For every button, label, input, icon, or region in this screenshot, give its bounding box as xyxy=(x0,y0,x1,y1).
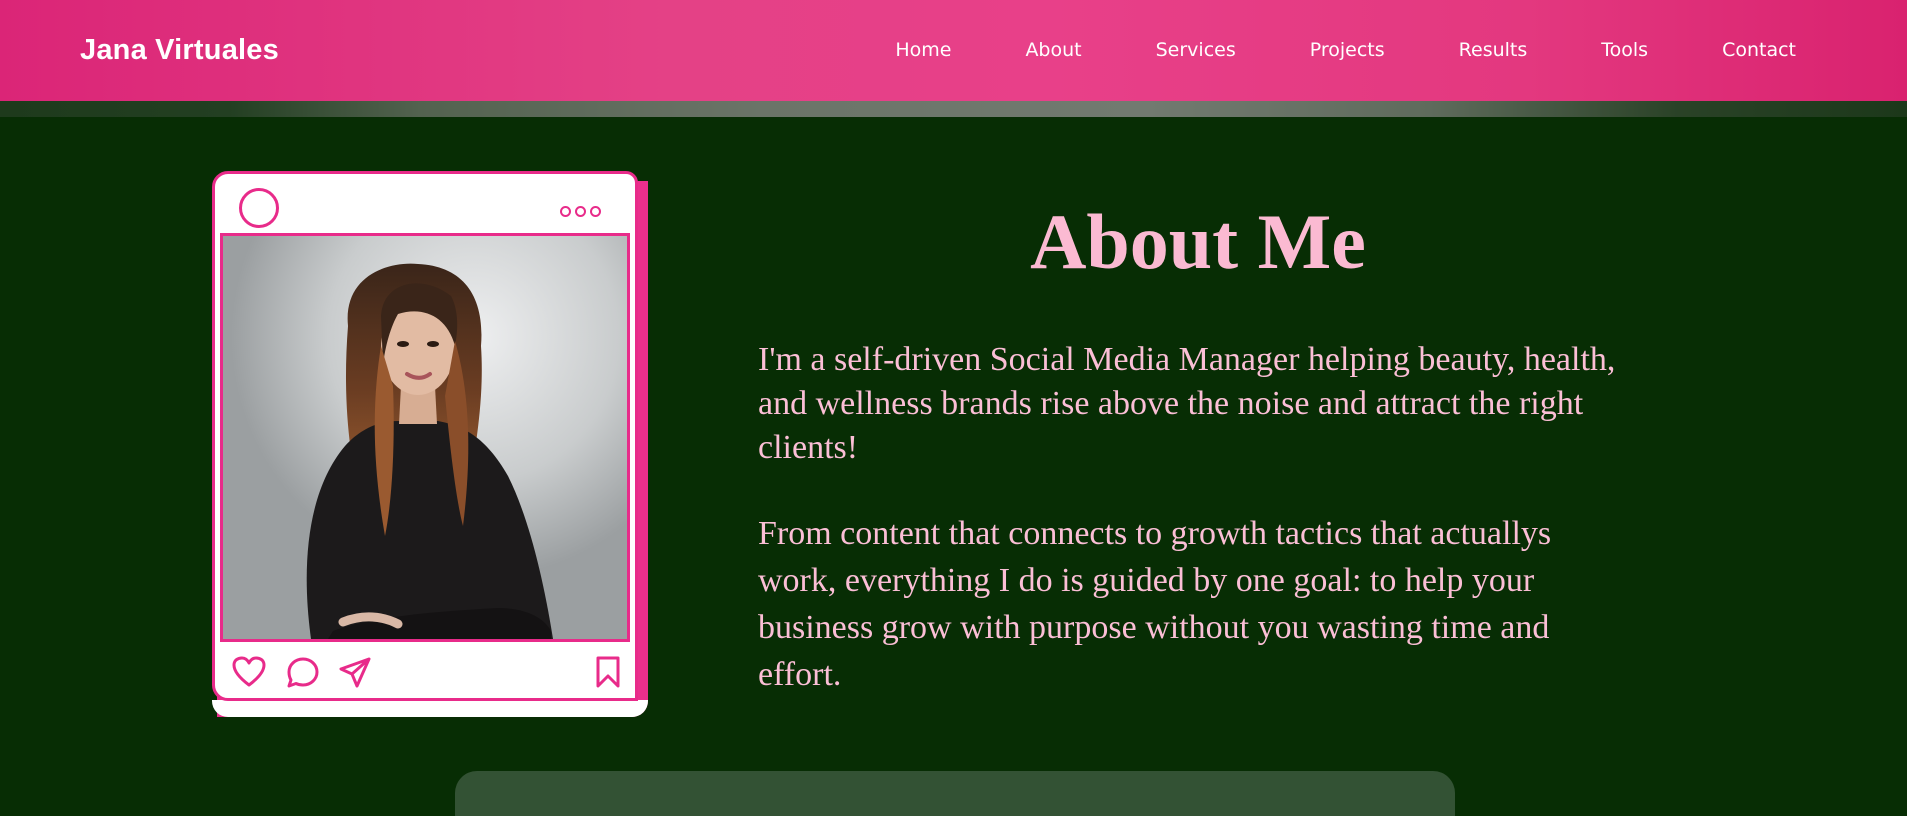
nav-results[interactable]: Results xyxy=(1459,39,1528,61)
about-title: About Me xyxy=(1030,198,1366,285)
nav-contact[interactable]: Contact xyxy=(1722,39,1796,61)
bookmark-icon[interactable] xyxy=(595,655,621,689)
nav-services[interactable]: Services xyxy=(1156,39,1236,61)
profile-card xyxy=(212,171,638,701)
comment-icon[interactable] xyxy=(286,656,320,689)
profile-photo xyxy=(220,233,630,642)
share-icon[interactable] xyxy=(338,656,372,689)
next-section-panel xyxy=(455,771,1455,816)
page: Jana Virtuales Home About Services Proje… xyxy=(0,0,1907,816)
portrait-illustration xyxy=(223,236,627,639)
nav-home[interactable]: Home xyxy=(895,39,951,61)
more-dots-icon xyxy=(560,206,601,217)
card-actions xyxy=(231,655,621,689)
hero-image-strip xyxy=(0,101,1907,117)
about-paragraph-intro: I'm a self-driven Social Media Manager h… xyxy=(758,341,1616,466)
nav-links: Home About Services Projects Results Too… xyxy=(895,39,1796,61)
nav-about[interactable]: About xyxy=(1025,39,1081,61)
heart-icon[interactable] xyxy=(231,655,267,689)
nav-tools[interactable]: Tools xyxy=(1601,39,1648,61)
nav-projects[interactable]: Projects xyxy=(1310,39,1385,61)
profile-circle-icon xyxy=(239,188,279,228)
card-bottom-edge xyxy=(212,700,648,717)
about-paragraph-goal: From content that connects to growth tac… xyxy=(758,515,1552,693)
brand-logo[interactable]: Jana Virtuales xyxy=(80,34,279,67)
navbar: Jana Virtuales Home About Services Proje… xyxy=(0,0,1907,101)
